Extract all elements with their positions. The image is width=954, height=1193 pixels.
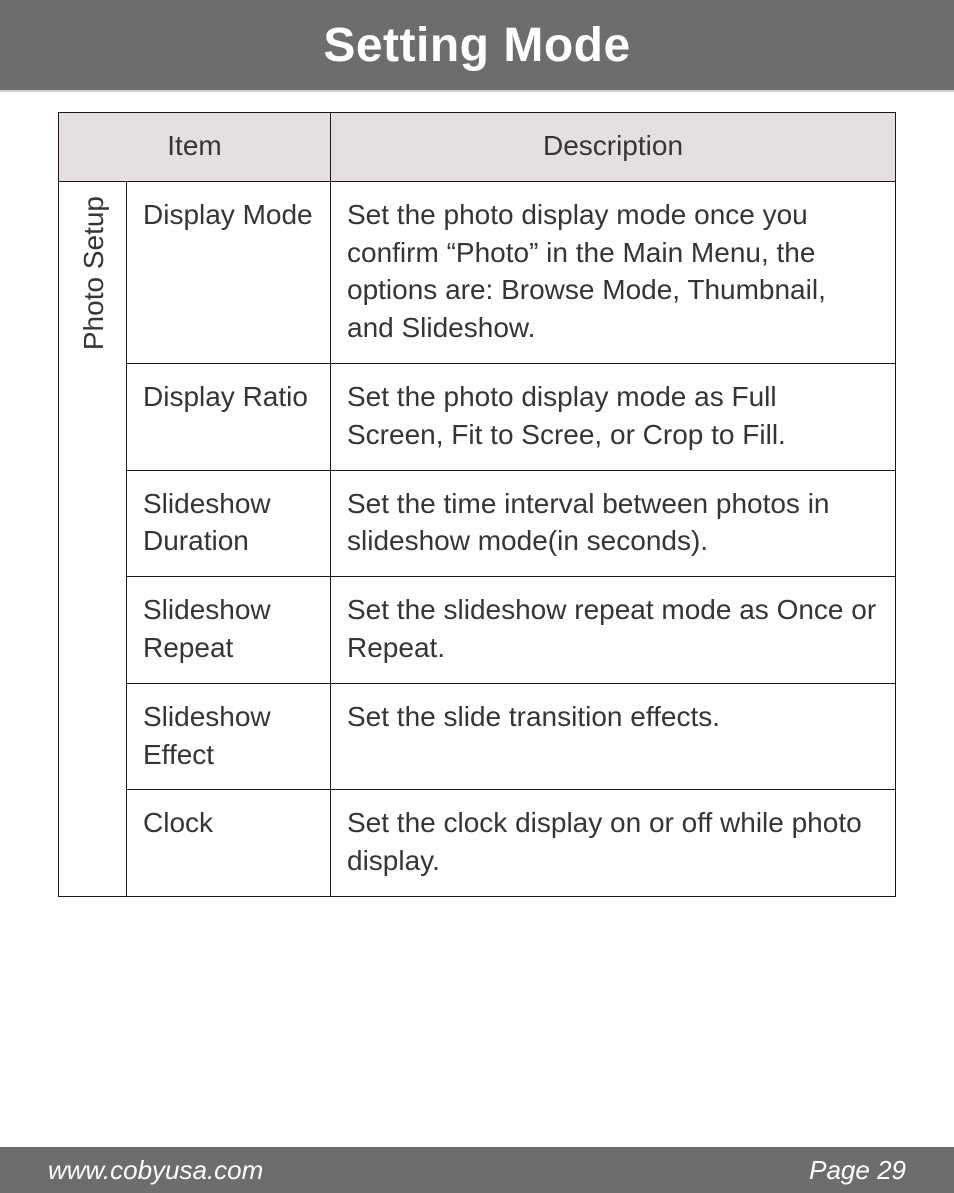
desc-cell: Set the photo display mode as Full Scree… bbox=[331, 363, 896, 470]
header-item: Item bbox=[59, 113, 331, 182]
category-label: Photo Setup bbox=[75, 196, 113, 350]
item-cell: Clock bbox=[127, 790, 331, 897]
item-cell: Slideshow Effect bbox=[127, 683, 331, 790]
desc-cell: Set the slide transition effects. bbox=[331, 683, 896, 790]
desc-cell: Set the photo display mode once you conf… bbox=[331, 181, 896, 363]
table-row: Photo Setup Display Mode Set the photo d… bbox=[59, 181, 896, 363]
page-title: Setting Mode bbox=[323, 18, 630, 73]
desc-cell: Set the slideshow repeat mode as Once or… bbox=[331, 577, 896, 684]
category-cell: Photo Setup bbox=[59, 181, 127, 896]
table-row: Slideshow Effect Set the slide transitio… bbox=[59, 683, 896, 790]
table-row: Display Ratio Set the photo display mode… bbox=[59, 363, 896, 470]
item-cell: Slideshow Repeat bbox=[127, 577, 331, 684]
header-description: Description bbox=[331, 113, 896, 182]
item-cell: Display Ratio bbox=[127, 363, 331, 470]
item-cell: Slideshow Duration bbox=[127, 470, 331, 577]
content-area: Item Description Photo Setup Display Mod… bbox=[0, 92, 954, 897]
table-row: Clock Set the clock display on or off wh… bbox=[59, 790, 896, 897]
table-row: Slideshow Repeat Set the slideshow repea… bbox=[59, 577, 896, 684]
header-band: Setting Mode bbox=[0, 0, 954, 92]
footer-page: Page 29 bbox=[809, 1155, 906, 1186]
item-cell: Display Mode bbox=[127, 181, 331, 363]
desc-cell: Set the clock display on or off while ph… bbox=[331, 790, 896, 897]
settings-table: Item Description Photo Setup Display Mod… bbox=[58, 112, 896, 897]
footer-site: www.cobyusa.com bbox=[48, 1155, 263, 1186]
table-row: Slideshow Duration Set the time interval… bbox=[59, 470, 896, 577]
table-header-row: Item Description bbox=[59, 113, 896, 182]
desc-cell: Set the time interval between photos in … bbox=[331, 470, 896, 577]
footer-band: www.cobyusa.com Page 29 bbox=[0, 1147, 954, 1193]
